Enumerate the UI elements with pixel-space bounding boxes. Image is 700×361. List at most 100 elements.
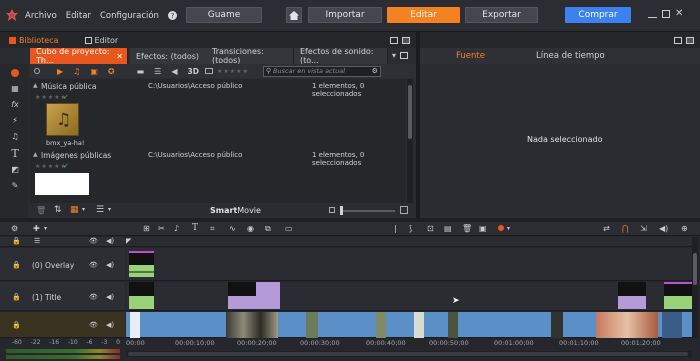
lib-tab-sound-effects[interactable]: Efectos de sonido: (to... xyxy=(294,47,388,65)
title-clip[interactable] xyxy=(664,282,692,309)
video-clip[interactable] xyxy=(662,312,682,338)
trim-icon[interactable]: ⟆ xyxy=(409,224,412,233)
speaker-icon[interactable]: ◀) xyxy=(106,321,114,329)
video-track-area[interactable] xyxy=(126,312,692,338)
track-area[interactable] xyxy=(126,248,692,281)
video-clip[interactable] xyxy=(226,312,278,338)
folder-icon[interactable]: ▬ xyxy=(137,67,145,76)
close-icon[interactable]: ✕ xyxy=(675,9,683,19)
lib-tab-effects[interactable]: Efectos: (todos) xyxy=(130,48,208,64)
tabs-dropdown-icon[interactable]: ▾ xyxy=(392,51,396,60)
view-grid-icon[interactable]: ▦ xyxy=(70,205,79,215)
lock-icon[interactable]: 🔒 xyxy=(12,261,21,269)
tag-icon[interactable]: ◀ xyxy=(171,67,177,76)
section-header[interactable]: ▲ Música pública C:\Usuarios\Acceso públ… xyxy=(30,82,406,98)
exportar-button[interactable]: Exportar xyxy=(465,7,538,23)
tab-fuente[interactable]: Fuente xyxy=(456,51,485,61)
minimize-icon[interactable] xyxy=(648,16,657,18)
editar-button[interactable]: Editar xyxy=(387,7,460,23)
video-clip[interactable] xyxy=(376,312,386,338)
fit-icon[interactable]: ⇲ xyxy=(640,224,647,233)
thumb-small-icon[interactable] xyxy=(329,207,335,213)
visibility-icon[interactable]: 👁 xyxy=(89,237,98,245)
panel-float-icon[interactable] xyxy=(390,36,398,44)
maximize-icon[interactable] xyxy=(662,10,670,18)
title-tool-icon[interactable]: T xyxy=(192,223,198,233)
visibility-icon[interactable]: 👁 xyxy=(89,293,98,301)
search-box[interactable]: ⚲ Buscar en vista actual ⚙ xyxy=(262,65,381,77)
image-filter-icon[interactable]: ▣ xyxy=(90,67,98,76)
video-filter-icon[interactable]: ▶ xyxy=(57,67,63,76)
lib-tab-project-bin[interactable]: Cubo de proyecto: Th... ✕ xyxy=(30,47,128,65)
trash-icon[interactable]: 🗑 xyxy=(462,224,472,233)
project-name-button[interactable]: Guame xyxy=(186,7,262,23)
timeline-scrollbar[interactable] xyxy=(126,351,692,357)
timeline-vscrollbar[interactable] xyxy=(692,237,698,338)
speaker-icon[interactable]: ◀) xyxy=(106,237,114,245)
visibility-icon[interactable]: 👁 xyxy=(89,261,98,269)
image-thumbnail[interactable] xyxy=(35,173,89,195)
timeline-ruler[interactable]: 00:00 00:00:10;00 00:00:20;00 00:00:30;0… xyxy=(126,339,692,349)
add-track-dropdown-icon[interactable]: ▾ xyxy=(44,225,47,232)
track-header[interactable]: 🔒 (0) Overlay 👁 ◀) xyxy=(0,248,125,281)
transitions-icon[interactable]: ⚡ xyxy=(10,115,20,125)
title-clip[interactable] xyxy=(228,282,280,309)
view-list-icon[interactable]: ☰ xyxy=(96,205,104,215)
track-list-icon[interactable]: ☰ xyxy=(34,237,40,245)
crop-tool-icon[interactable]: ⌗ xyxy=(210,224,215,234)
menu-configuracion[interactable]: Configuración xyxy=(100,11,159,21)
thumb-large-icon[interactable] xyxy=(400,206,408,214)
edit-mode-icon[interactable]: ⊞ xyxy=(143,224,150,233)
film-icon[interactable]: ▣ xyxy=(479,224,487,233)
panel-float-icon[interactable] xyxy=(674,36,682,44)
project-filter-icon[interactable]: ✪ xyxy=(108,67,115,76)
montage-icon[interactable]: ◩ xyxy=(10,164,20,174)
razor-icon[interactable]: ❘ xyxy=(392,224,399,233)
audio-tool-icon[interactable]: ♪ xyxy=(174,224,179,233)
split-icon[interactable]: ✂ xyxy=(158,224,165,233)
audio-icon[interactable]: ♫ xyxy=(10,131,20,141)
media-icon[interactable]: ▦ xyxy=(10,83,20,93)
lib-tab-transitions[interactable]: Transiciones: (todos) xyxy=(206,47,294,65)
storyboard-icon[interactable]: ▤ xyxy=(444,224,452,233)
menu-editar[interactable]: Editar xyxy=(66,11,91,21)
video-clip[interactable] xyxy=(130,312,140,338)
visibility-icon[interactable]: 👁 xyxy=(89,321,98,329)
importar-button[interactable]: Importar xyxy=(308,7,382,23)
view-grid-dropdown-icon[interactable]: ▾ xyxy=(82,206,85,213)
music-filter-icon[interactable]: ♫ xyxy=(73,67,80,76)
title-icon[interactable]: T xyxy=(10,147,20,160)
tab-editor[interactable]: Editor xyxy=(95,36,119,45)
effects-icon[interactable]: fx xyxy=(10,99,20,109)
video-clip[interactable] xyxy=(414,312,424,338)
marker-tool-icon[interactable]: ▭ xyxy=(285,224,293,233)
sound-fx-icon[interactable]: ✎ xyxy=(10,180,20,190)
panel-maximize-icon[interactable] xyxy=(402,36,410,44)
title-clip[interactable] xyxy=(129,282,154,309)
link-tool-icon[interactable]: ⧉ xyxy=(265,224,271,234)
video-clip[interactable] xyxy=(306,312,318,338)
speaker-icon[interactable]: ◀) xyxy=(106,293,114,301)
playhead-marker[interactable]: ◤ xyxy=(126,237,131,245)
video-clip[interactable] xyxy=(551,312,563,338)
media-thumbnail[interactable]: ♫ xyxy=(46,103,79,136)
sort-icon[interactable]: ☰ xyxy=(154,67,161,76)
library-scrollbar[interactable] xyxy=(407,79,413,203)
track-name[interactable]: (0) Overlay xyxy=(32,261,74,270)
smartmovie-button[interactable]: SmartMovie xyxy=(210,206,261,215)
project-bin-icon[interactable] xyxy=(10,68,20,78)
tabs-float-icon[interactable] xyxy=(400,52,409,59)
motion-tool-icon[interactable]: ∿ xyxy=(229,224,236,233)
record-dropdown-icon[interactable]: ▾ xyxy=(507,225,510,232)
help-icon[interactable]: ? xyxy=(167,11,177,20)
add-track-icon[interactable]: ✚ xyxy=(33,224,40,233)
overlay-clip[interactable] xyxy=(129,251,154,277)
timeline-settings-icon[interactable]: ⚙ xyxy=(11,224,18,233)
record-icon[interactable] xyxy=(498,225,504,231)
rating-filter-stars[interactable]: ★★★★★ xyxy=(217,68,249,75)
section-header[interactable]: ▲ Imágenes públicas C:\Usuarios\Acceso p… xyxy=(30,151,406,167)
mode-3d-toggle[interactable]: 3D xyxy=(187,67,198,76)
tab-biblioteca[interactable]: Biblioteca xyxy=(19,36,59,45)
speaker-icon[interactable]: ◀) xyxy=(106,261,114,269)
menu-archivo[interactable]: Archivo xyxy=(25,11,57,21)
